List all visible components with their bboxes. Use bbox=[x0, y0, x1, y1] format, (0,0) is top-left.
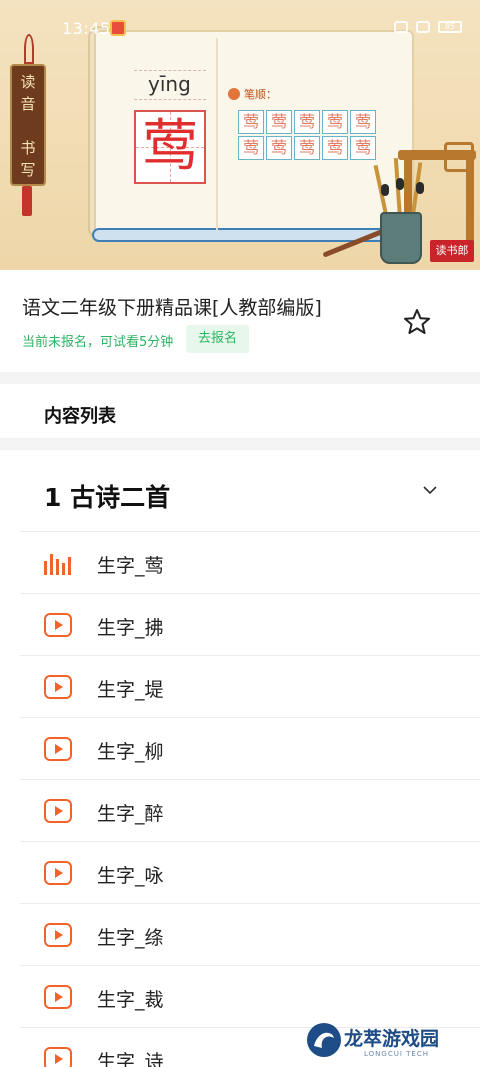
app-notification-icon bbox=[110, 20, 126, 36]
playing-equalizer-icon bbox=[44, 554, 71, 575]
trial-status: 当前未报名，可试看5分钟 bbox=[22, 335, 174, 350]
play-icon bbox=[44, 675, 72, 699]
watermark-title: 龙萃游戏园 bbox=[344, 1028, 440, 1050]
wifi-icon bbox=[416, 21, 430, 33]
status-bar: 13:45 85 bbox=[0, 0, 480, 38]
scroll-divider bbox=[216, 38, 218, 230]
list-item[interactable]: 生字_堤 bbox=[20, 655, 480, 717]
featured-character: 莺 bbox=[142, 114, 198, 179]
list-item[interactable]: 生字_咏 bbox=[20, 841, 480, 903]
brush-pot bbox=[380, 212, 422, 264]
play-icon bbox=[44, 799, 72, 823]
sign-char: 音 bbox=[20, 95, 36, 113]
list-item[interactable]: 生字_拂 bbox=[20, 593, 480, 655]
lesson-label: 生字_拂 bbox=[97, 617, 164, 639]
watermark-emblem-icon bbox=[307, 1023, 341, 1057]
lesson-label: 生字_堤 bbox=[97, 679, 164, 701]
brush-tip bbox=[381, 184, 389, 196]
status-time: 13:45 bbox=[62, 19, 111, 38]
signal-icon bbox=[394, 21, 408, 33]
stroke-cell: 莺 bbox=[350, 136, 376, 160]
stroke-cell: 莺 bbox=[294, 110, 320, 134]
list-item[interactable]: 生字_莺 bbox=[20, 531, 480, 593]
enroll-button[interactable]: 去报名 bbox=[186, 325, 249, 353]
lesson-label: 生字_诗 bbox=[97, 1051, 164, 1067]
play-icon bbox=[44, 1047, 72, 1067]
list-item[interactable]: 生字_柳 bbox=[20, 717, 480, 779]
video-player[interactable]: 13:45 85 读 音 书 写 yīng 莺 笔顺： 莺 莺 莺 莺 莺 莺 … bbox=[0, 0, 480, 270]
stroke-cell: 莺 bbox=[266, 136, 292, 160]
watermark-subtitle: LONGCUI TECH bbox=[364, 1050, 429, 1058]
tassel bbox=[22, 186, 32, 216]
battery-icon: 85 bbox=[438, 21, 462, 33]
stroke-cell: 莺 bbox=[294, 136, 320, 160]
lesson-label: 生字_绦 bbox=[97, 927, 164, 949]
status-icons: 85 bbox=[394, 21, 462, 33]
chevron-down-icon bbox=[423, 486, 437, 495]
stroke-cell: 莺 bbox=[266, 110, 292, 134]
content-list-header: 内容列表 bbox=[44, 406, 116, 427]
stroke-cell: 莺 bbox=[238, 136, 264, 160]
lesson-list: 生字_莺 生字_拂 生字_堤 生字_柳 生字_醉 生字_咏 生字_绦 生字_裁 … bbox=[0, 531, 480, 1067]
divider bbox=[0, 438, 480, 450]
sign-char: 写 bbox=[20, 161, 36, 179]
sign-char: 书 bbox=[20, 139, 36, 157]
stroke-cell: 莺 bbox=[322, 110, 348, 134]
lesson-label: 生字_咏 bbox=[97, 865, 164, 887]
stroke-order-label: 笔顺： bbox=[228, 86, 277, 102]
brand-badge: 读书郎 bbox=[430, 240, 474, 262]
pinyin: yīng bbox=[148, 72, 191, 96]
brush-tip bbox=[396, 178, 404, 190]
course-title: 语文二年级下册精品课[人教部编版] bbox=[22, 297, 322, 319]
chapter-toggle[interactable] bbox=[422, 482, 438, 498]
play-icon bbox=[44, 985, 72, 1009]
divider bbox=[0, 372, 480, 384]
list-item[interactable]: 生字_醉 bbox=[20, 779, 480, 841]
sign-char: 读 bbox=[20, 73, 36, 91]
lesson-label: 生字_柳 bbox=[97, 741, 164, 763]
favorite-button[interactable] bbox=[402, 307, 432, 337]
play-icon bbox=[44, 923, 72, 947]
sign-string bbox=[24, 34, 34, 64]
stroke-order-text: 笔顺： bbox=[244, 88, 277, 101]
star-icon bbox=[404, 309, 430, 334]
list-item[interactable]: 生字_绦 bbox=[20, 903, 480, 965]
play-icon bbox=[44, 861, 72, 885]
watermark-logo: 龙萃游戏园 LONGCUI TECH bbox=[300, 1018, 470, 1064]
play-icon bbox=[44, 737, 72, 761]
stroke-order-dot-icon bbox=[228, 88, 240, 100]
stroke-cell: 莺 bbox=[350, 110, 376, 134]
brush-tip bbox=[416, 182, 424, 194]
lesson-label: 生字_裁 bbox=[97, 989, 164, 1011]
stroke-cell: 莺 bbox=[238, 110, 264, 134]
stroke-order-grid: 莺 莺 莺 莺 莺 莺 莺 莺 莺 莺 bbox=[238, 110, 380, 160]
stroke-cell: 莺 bbox=[322, 136, 348, 160]
chapter-title[interactable]: 1 古诗二首 bbox=[44, 478, 170, 514]
brush-rack-ornament bbox=[444, 142, 474, 172]
lesson-label: 生字_莺 bbox=[97, 555, 164, 577]
play-icon bbox=[44, 613, 72, 637]
lesson-label: 生字_醉 bbox=[97, 803, 164, 825]
